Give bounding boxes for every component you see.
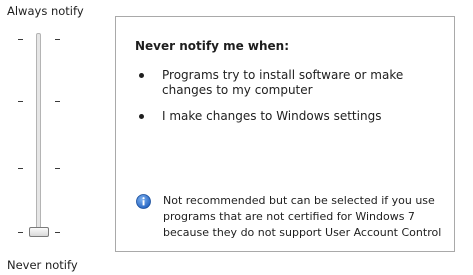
bullet-text: I make changes to Windows settings	[162, 109, 382, 123]
list-item: Programs try to install software or make…	[136, 68, 446, 98]
bullet-list: Programs try to install software or make…	[136, 68, 446, 135]
slider-tick	[18, 101, 23, 102]
description-panel: Never notify me when: Programs try to in…	[115, 16, 455, 252]
slider-tick	[18, 39, 23, 40]
list-item: I make changes to Windows settings	[136, 109, 446, 124]
bullet-icon	[139, 114, 144, 119]
bullet-text: Programs try to install software or make…	[162, 68, 404, 97]
slider-tick	[55, 39, 60, 40]
info-note: Not recommended but can be selected if y…	[136, 193, 448, 241]
info-icon	[136, 194, 151, 209]
slider-tick	[55, 232, 60, 233]
never-notify-label: Never notify	[7, 258, 78, 272]
uac-slider: Always notify Never notify	[0, 0, 110, 275]
bullet-icon	[139, 73, 144, 78]
always-notify-label: Always notify	[7, 4, 84, 18]
slider-track[interactable]	[36, 33, 41, 234]
slider-tick	[18, 168, 23, 169]
slider-tick	[18, 232, 23, 233]
panel-heading: Never notify me when:	[135, 39, 290, 53]
note-text: Not recommended but can be selected if y…	[163, 194, 442, 239]
slider-tick	[55, 168, 60, 169]
slider-thumb[interactable]	[29, 227, 49, 237]
slider-tick	[55, 101, 60, 102]
